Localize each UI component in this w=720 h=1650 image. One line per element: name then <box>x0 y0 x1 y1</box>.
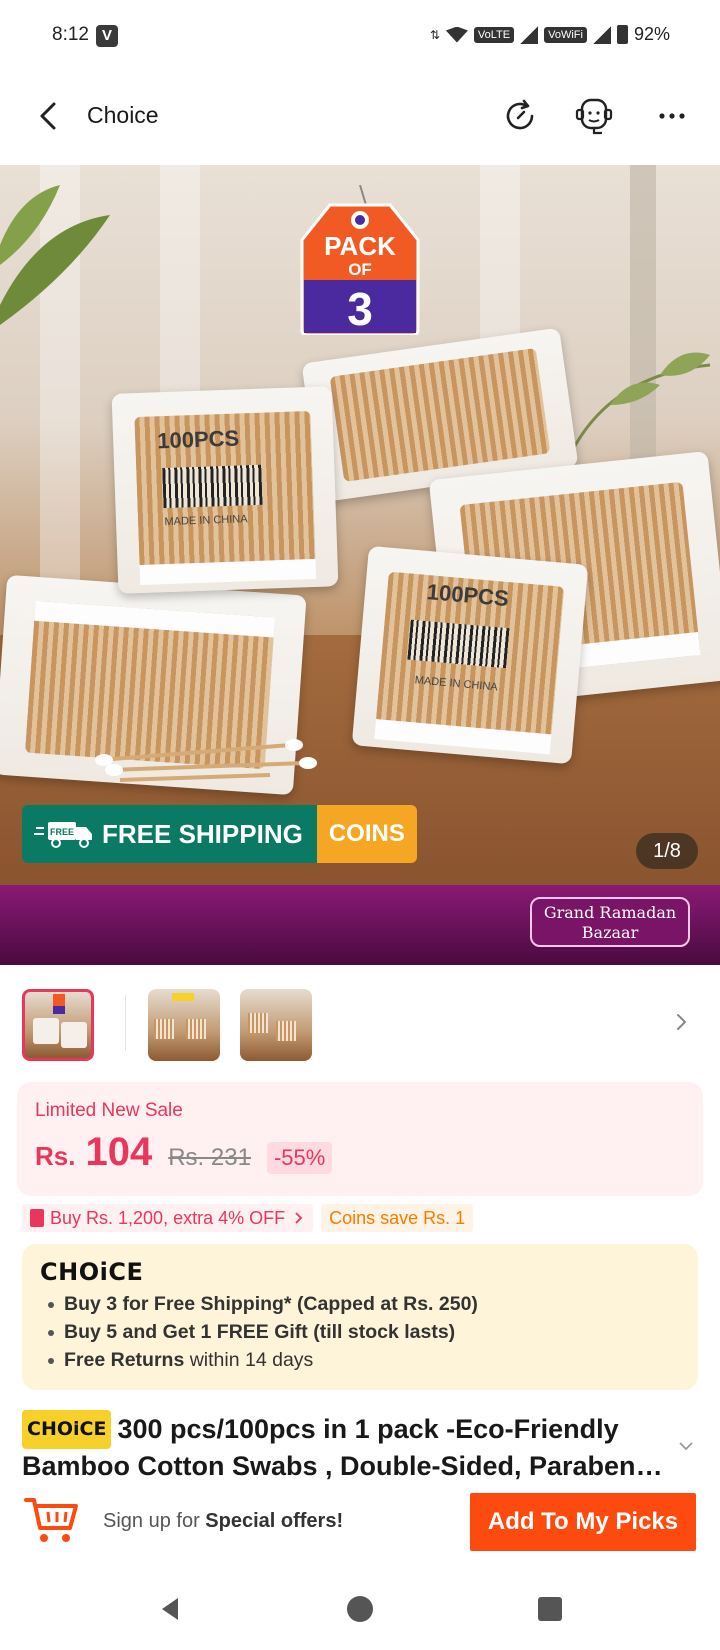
carrier-badge: V <box>96 25 118 47</box>
thumbnail-next-button[interactable] <box>670 1011 692 1033</box>
ramadan-line-2: Bazaar <box>581 923 639 942</box>
bottom-action-bar: Sign up for Special offers! Add To My Pi… <box>0 1488 720 1564</box>
free-shipping-text: FREE SHIPPING <box>102 818 303 849</box>
plant-leaf-icon <box>0 185 110 325</box>
free-badge-text: FREE <box>50 827 74 837</box>
signup-prompt[interactable]: Sign up for Special offers! <box>103 1510 343 1533</box>
tag-pack-text: PACK <box>324 231 396 261</box>
choice-badge: CHOiCE <box>22 1410 112 1449</box>
loose-swabs <box>95 739 317 782</box>
cotton-swab-package: 100PCS MADE IN CHINA <box>351 545 589 765</box>
product-title-block[interactable]: CHOiCE 300 pcs/100pcs in 1 pack -Eco-Frie… <box>22 1410 672 1484</box>
data-arrows-icon: ⇅ <box>429 27 440 42</box>
top-nav: Choice <box>0 72 720 164</box>
more-icon <box>659 113 685 119</box>
support-button[interactable] <box>572 94 616 138</box>
wifi-icon <box>445 26 468 43</box>
benefit-item: Free Returns within 14 days <box>46 1346 478 1374</box>
coupon-icon <box>30 1209 44 1227</box>
battery-icon <box>616 25 628 44</box>
product-title: CHOiCE 300 pcs/100pcs in 1 pack -Eco-Frie… <box>22 1410 672 1484</box>
coins-save-chip: Coins save Rs. 1 <box>321 1204 474 1232</box>
history-icon <box>506 99 534 130</box>
currency: Rs. <box>35 1141 76 1171</box>
signal-icon <box>592 25 611 44</box>
free-shipping-section: FREE FREE SHIPPING <box>22 805 317 863</box>
choice-benefits-card[interactable]: CHOiCE Buy 3 for Free Shipping* (Capped … <box>22 1244 698 1390</box>
chevron-right-icon <box>677 1014 687 1030</box>
delivery-truck-icon: FREE <box>34 822 92 848</box>
support-agent-icon <box>575 98 613 135</box>
nav-recents-icon[interactable] <box>535 1594 565 1624</box>
image-counter: 1/8 <box>636 833 698 869</box>
thumbnail-1[interactable] <box>22 989 94 1061</box>
sale-label: Limited New Sale <box>35 1100 183 1121</box>
price-card: Limited New Sale Rs. 104 Rs. 231 -55% <box>17 1082 703 1196</box>
signal-icon <box>520 25 539 44</box>
status-icons: ⇅ VoLTE VoWiFi 92% <box>430 24 670 45</box>
ramadan-line-1: Grand Ramadan <box>543 903 677 922</box>
barcode <box>407 619 510 669</box>
price-row: Rs. 104 Rs. 231 -55% <box>35 1130 333 1175</box>
back-button[interactable] <box>30 96 70 136</box>
chevron-right-icon <box>295 1212 303 1224</box>
chevron-down-icon <box>679 1442 693 1451</box>
thumbnail-divider <box>125 995 126 1051</box>
thumbnail-strip <box>0 985 720 1065</box>
nav-home-icon[interactable] <box>345 1594 375 1624</box>
android-navigation-bar <box>0 1568 720 1650</box>
nav-back-icon[interactable] <box>156 1594 186 1624</box>
choice-logo: CHOiCE <box>40 1258 144 1286</box>
free-shipping-banner: FREE FREE SHIPPING COINS <box>22 805 417 863</box>
barcode <box>162 464 263 509</box>
cart-icon <box>24 1498 78 1542</box>
coins-section: COINS <box>316 805 417 863</box>
status-bar: 8:12 V ⇅ VoLTE VoWiFi 92% <box>0 0 720 72</box>
status-time: 8:12 <box>52 24 89 45</box>
cotton-swab-package: 100PCS MADE IN CHINA <box>111 386 339 594</box>
thumbnail-2[interactable] <box>148 989 220 1061</box>
package-label: 100PCS <box>156 425 240 454</box>
ramadan-banner[interactable]: Grand Ramadan Bazaar <box>0 885 720 965</box>
volte-badge: VoLTE <box>473 26 515 43</box>
battery-level: 92% <box>633 24 670 44</box>
vowifi-badge: VoWiFi <box>544 26 587 43</box>
history-button[interactable] <box>498 94 542 138</box>
back-arrow-icon <box>40 102 56 130</box>
product-image-carousel[interactable]: 100PCS MADE IN CHINA 100PCS MADE IN CHIN… <box>0 165 720 885</box>
original-price: Rs. 231 <box>168 1144 251 1171</box>
discount-badge: -55% <box>266 1142 333 1174</box>
choice-benefits-list: Buy 3 for Free Shipping* (Capped at Rs. … <box>46 1290 478 1374</box>
page-title: Choice <box>87 102 159 128</box>
buy-offer-text: Buy Rs. 1,200, extra 4% OFF <box>50 1207 286 1228</box>
add-to-my-picks-button[interactable]: Add To My Picks <box>470 1493 696 1551</box>
expand-title-button[interactable] <box>676 1436 696 1456</box>
buy-offer-chip[interactable]: Buy Rs. 1,200, extra 4% OFF <box>22 1204 314 1232</box>
grand-ramadan-bazaar-badge: Grand Ramadan Bazaar <box>530 897 690 947</box>
tag-of-text: OF <box>348 260 372 279</box>
pack-of-3-tag: PACK OF 3 <box>300 185 420 335</box>
benefit-item: Buy 3 for Free Shipping* (Capped at Rs. … <box>46 1290 478 1318</box>
more-button[interactable] <box>650 94 694 138</box>
cart-button[interactable] <box>22 1492 80 1550</box>
benefit-item: Buy 5 and Get 1 FREE Gift (till stock la… <box>46 1318 478 1346</box>
thumbnail-3[interactable] <box>240 989 312 1061</box>
tag-number: 3 <box>347 283 373 335</box>
current-price: 104 <box>85 1130 153 1174</box>
promo-row: Buy Rs. 1,200, extra 4% OFF Coins save R… <box>22 1204 474 1232</box>
